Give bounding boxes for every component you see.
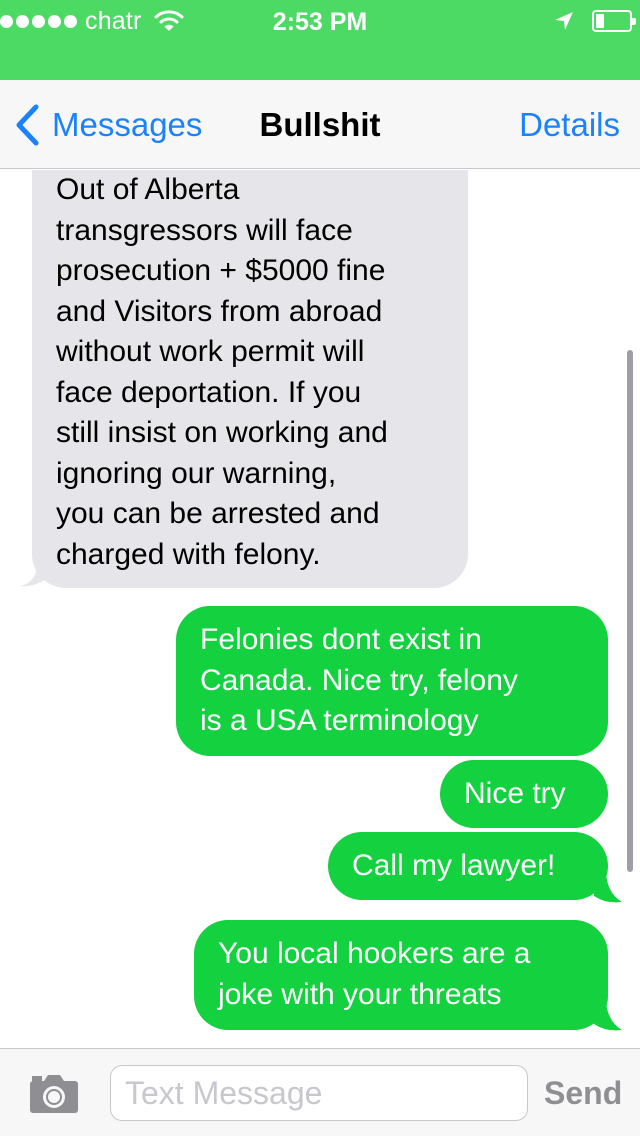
back-button-label: Messages bbox=[52, 106, 203, 143]
status-right bbox=[554, 8, 636, 34]
status-bar: chatr 2:53 PM bbox=[0, 0, 640, 80]
message-input-bar: Send bbox=[0, 1048, 640, 1136]
message-text: Call my lawyer! bbox=[352, 849, 556, 882]
bubble-tail bbox=[594, 1002, 622, 1031]
message-text: Felonies dont exist in Canada. Nice try,… bbox=[200, 623, 518, 737]
back-button[interactable]: Messages bbox=[14, 102, 202, 148]
camera-icon[interactable] bbox=[28, 1073, 80, 1115]
message-bubble-received[interactable]: Out of Alberta transgressors will face p… bbox=[32, 170, 468, 588]
message-bubble-sent[interactable]: Nice try bbox=[440, 760, 608, 828]
message-text: Out of Alberta transgressors will face p… bbox=[56, 173, 388, 571]
message-text: You local hookers are a joke with your t… bbox=[218, 937, 531, 1011]
message-bubble-sent[interactable]: You local hookers are a joke with your t… bbox=[194, 920, 608, 1030]
message-bubble-sent[interactable]: Call my lawyer! bbox=[328, 832, 608, 900]
chevron-left-icon bbox=[16, 104, 39, 146]
navigation-bar: Messages Bullshit Details bbox=[0, 80, 640, 169]
message-bubble-sent[interactable]: Felonies dont exist in Canada. Nice try,… bbox=[176, 606, 608, 756]
message-thread[interactable]: Out of Alberta transgressors will face p… bbox=[0, 170, 640, 1048]
send-button[interactable]: Send bbox=[544, 1075, 622, 1112]
battery-icon bbox=[592, 10, 636, 32]
bubble-tail bbox=[594, 874, 622, 903]
location-arrow-icon bbox=[555, 12, 573, 30]
bubble-tail bbox=[20, 558, 48, 587]
details-button[interactable]: Details bbox=[519, 106, 620, 144]
scroll-indicator[interactable] bbox=[627, 350, 633, 872]
status-time: 2:53 PM bbox=[272, 8, 368, 36]
message-text: Nice try bbox=[464, 777, 566, 810]
message-text-field[interactable] bbox=[110, 1065, 528, 1121]
